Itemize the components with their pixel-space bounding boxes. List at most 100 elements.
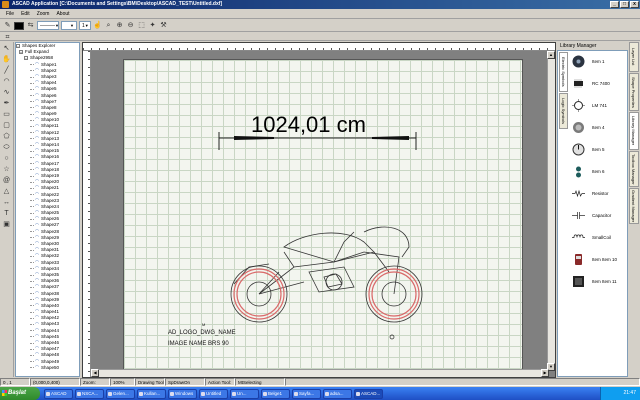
taskbar-button[interactable]: adsa...	[323, 388, 352, 399]
ellipse-icon[interactable]: ⬭	[2, 143, 12, 153]
chevron-down-icon: ▼	[84, 23, 89, 28]
tree-line	[30, 95, 34, 97]
image-icon[interactable]: ▣	[2, 220, 12, 230]
circle-icon[interactable]: ○	[2, 154, 12, 164]
rectangle-icon[interactable]: ▭	[2, 110, 12, 120]
zoom-out-icon[interactable]: ⊖	[126, 21, 135, 30]
taskbar-button[interactable]: Gelen...	[106, 388, 135, 399]
horizontal-scrollbar[interactable]: ◀ ▶	[91, 369, 549, 377]
hand-tool-icon[interactable]: ✋	[2, 55, 12, 65]
motorcycle-drawing[interactable]	[224, 212, 424, 332]
sparkle-icon[interactable]: ✦	[148, 21, 157, 30]
rounded-rect-icon[interactable]: ▢	[2, 121, 12, 131]
library-item[interactable]: Item Item 11	[568, 272, 626, 294]
tree-line	[30, 82, 34, 84]
library-item[interactable]: Item 5	[568, 140, 626, 162]
library-item[interactable]: Capacitor	[568, 206, 626, 228]
drawing-canvas[interactable]: 1024,01 cm M AD_LOGO_DWG_NAME IMAGE NAME…	[123, 59, 523, 371]
magnifier-icon[interactable]: ⌕	[104, 21, 113, 30]
shape-icon: ⌒	[35, 86, 39, 92]
taskbar-button[interactable]: Windows	[168, 388, 197, 399]
library-item[interactable]: Item 6	[568, 162, 626, 184]
tree-line	[30, 132, 34, 134]
taskbar-button[interactable]: Kullan...	[137, 388, 166, 399]
menu-about[interactable]: About	[56, 10, 69, 18]
snap-icon[interactable]: ⌗	[3, 33, 12, 42]
tab-electric-symbols[interactable]: Electric Symbols	[559, 52, 568, 92]
menu-edit[interactable]: Edit	[21, 10, 30, 18]
taskbar-button[interactable]: Untitled	[199, 388, 228, 399]
shape-icon: ⌒	[35, 67, 39, 73]
scroll-left-icon[interactable]: ◀	[91, 369, 99, 377]
menu-file[interactable]: File	[6, 10, 14, 18]
library-item[interactable]: LM 741	[568, 96, 626, 118]
star-icon[interactable]: ☆	[2, 165, 12, 175]
spiral-icon[interactable]: @	[2, 176, 12, 186]
taskbar-button[interactable]: ASCAD...	[354, 388, 383, 399]
library-item[interactable]: Resistor	[568, 184, 626, 206]
toolbar: ✎ ⇆ ——— ▼ ▼ 1 ▼ ☝ ⌕ ⊕ ⊖ ⬚ ✦ ⚒	[0, 20, 640, 32]
vertical-ruler	[83, 51, 91, 377]
tab-toolbox-manager[interactable]: Toolbox Manager	[629, 151, 639, 187]
vertical-scrollbar[interactable]: ▲ ▼	[547, 51, 555, 371]
shape-icon: ⌒	[35, 358, 39, 364]
library-manager-title: Library Manager	[557, 42, 640, 50]
collapse-icon[interactable]: −	[16, 44, 20, 49]
library-item[interactable]: SmallCoil	[568, 228, 626, 250]
tab-gradient-manager[interactable]: Gradient Manager	[629, 188, 639, 224]
maximize-button[interactable]: □	[620, 1, 629, 8]
shape-icon: ⌒	[35, 148, 39, 154]
explorer-shape-item[interactable]: ⌒ Shape50	[16, 365, 79, 371]
close-button[interactable]: x	[630, 1, 639, 8]
scroll-right-icon[interactable]: ▶	[541, 369, 549, 377]
curve-icon[interactable]: ∿	[2, 88, 12, 98]
tab-library-manager[interactable]: Library Manager	[629, 112, 639, 150]
dimension-text[interactable]: 1024,01 cm	[251, 112, 366, 138]
cad-label-m[interactable]: M	[202, 322, 205, 327]
start-button[interactable]: Başlat	[0, 387, 40, 400]
taskbar-button[interactable]: ASCAD	[44, 388, 73, 399]
brush-icon[interactable]: ⚒	[159, 21, 168, 30]
shape-icon: ⌒	[35, 346, 39, 352]
pencil-icon[interactable]: ✎	[3, 21, 12, 30]
scroll-up-icon[interactable]: ▲	[547, 51, 555, 59]
arc-icon[interactable]: ◠	[2, 77, 12, 87]
text-icon[interactable]: T	[2, 209, 12, 219]
zoom-in-icon[interactable]: ⊕	[115, 21, 124, 30]
taskbar-button[interactable]: Sayfa...	[292, 388, 321, 399]
library-item[interactable]: Item Item 10	[568, 250, 626, 272]
taskbar-button[interactable]: NSCA...	[75, 388, 104, 399]
primary-color-swatch[interactable]	[14, 21, 24, 30]
drawing-area[interactable]: 1024,01 cm M AD_LOGO_DWG_NAME IMAGE NAME…	[82, 42, 556, 378]
line-width-select[interactable]: 1 ▼	[79, 21, 91, 30]
expand-icon[interactable]: +	[19, 50, 23, 55]
collapse-icon[interactable]: −	[24, 56, 28, 61]
taskbar-button[interactable]: Un...	[230, 388, 259, 399]
library-item[interactable]: Item 1	[568, 52, 626, 74]
window-title: ASCAD Application [C:\Documents and Sett…	[12, 1, 223, 7]
pen-icon[interactable]: ✒	[2, 99, 12, 109]
tab-logic-symbols[interactable]: Logic Symbols	[559, 93, 568, 129]
select-icon[interactable]: ⬚	[137, 21, 146, 30]
menu-zoom[interactable]: Zoom	[37, 10, 50, 18]
library-item[interactable]: Item 4	[568, 118, 626, 140]
fill-color-select[interactable]: ▼	[61, 21, 77, 30]
line-style-select[interactable]: ——— ▼	[37, 21, 59, 30]
status-filler	[285, 378, 640, 386]
tab-shape-properties[interactable]: Shape Properties	[629, 73, 639, 111]
taskbar-button[interactable]: Belge1	[261, 388, 290, 399]
minimize-button[interactable]: _	[610, 1, 619, 8]
polygon-icon[interactable]: ⬠	[2, 132, 12, 142]
hand-icon[interactable]: ☝	[93, 21, 102, 30]
knob-icon	[572, 143, 585, 156]
shape-icon: ⌒	[35, 92, 39, 98]
triangle-icon[interactable]: △	[2, 187, 12, 197]
cad-label-name[interactable]: AD_LOGO_DWG_NAME	[168, 330, 236, 336]
swap-colors-icon[interactable]: ⇆	[26, 21, 35, 30]
cad-label-image[interactable]: IMAGE NAME BRS 90	[168, 341, 229, 347]
library-item[interactable]: RC 7400	[568, 74, 626, 96]
pointer-icon[interactable]: ↖	[2, 44, 12, 54]
dimension-icon[interactable]: ↔	[2, 198, 12, 208]
line-icon[interactable]: ╱	[2, 66, 12, 76]
tab-layer-list[interactable]: Layer List	[629, 42, 639, 72]
